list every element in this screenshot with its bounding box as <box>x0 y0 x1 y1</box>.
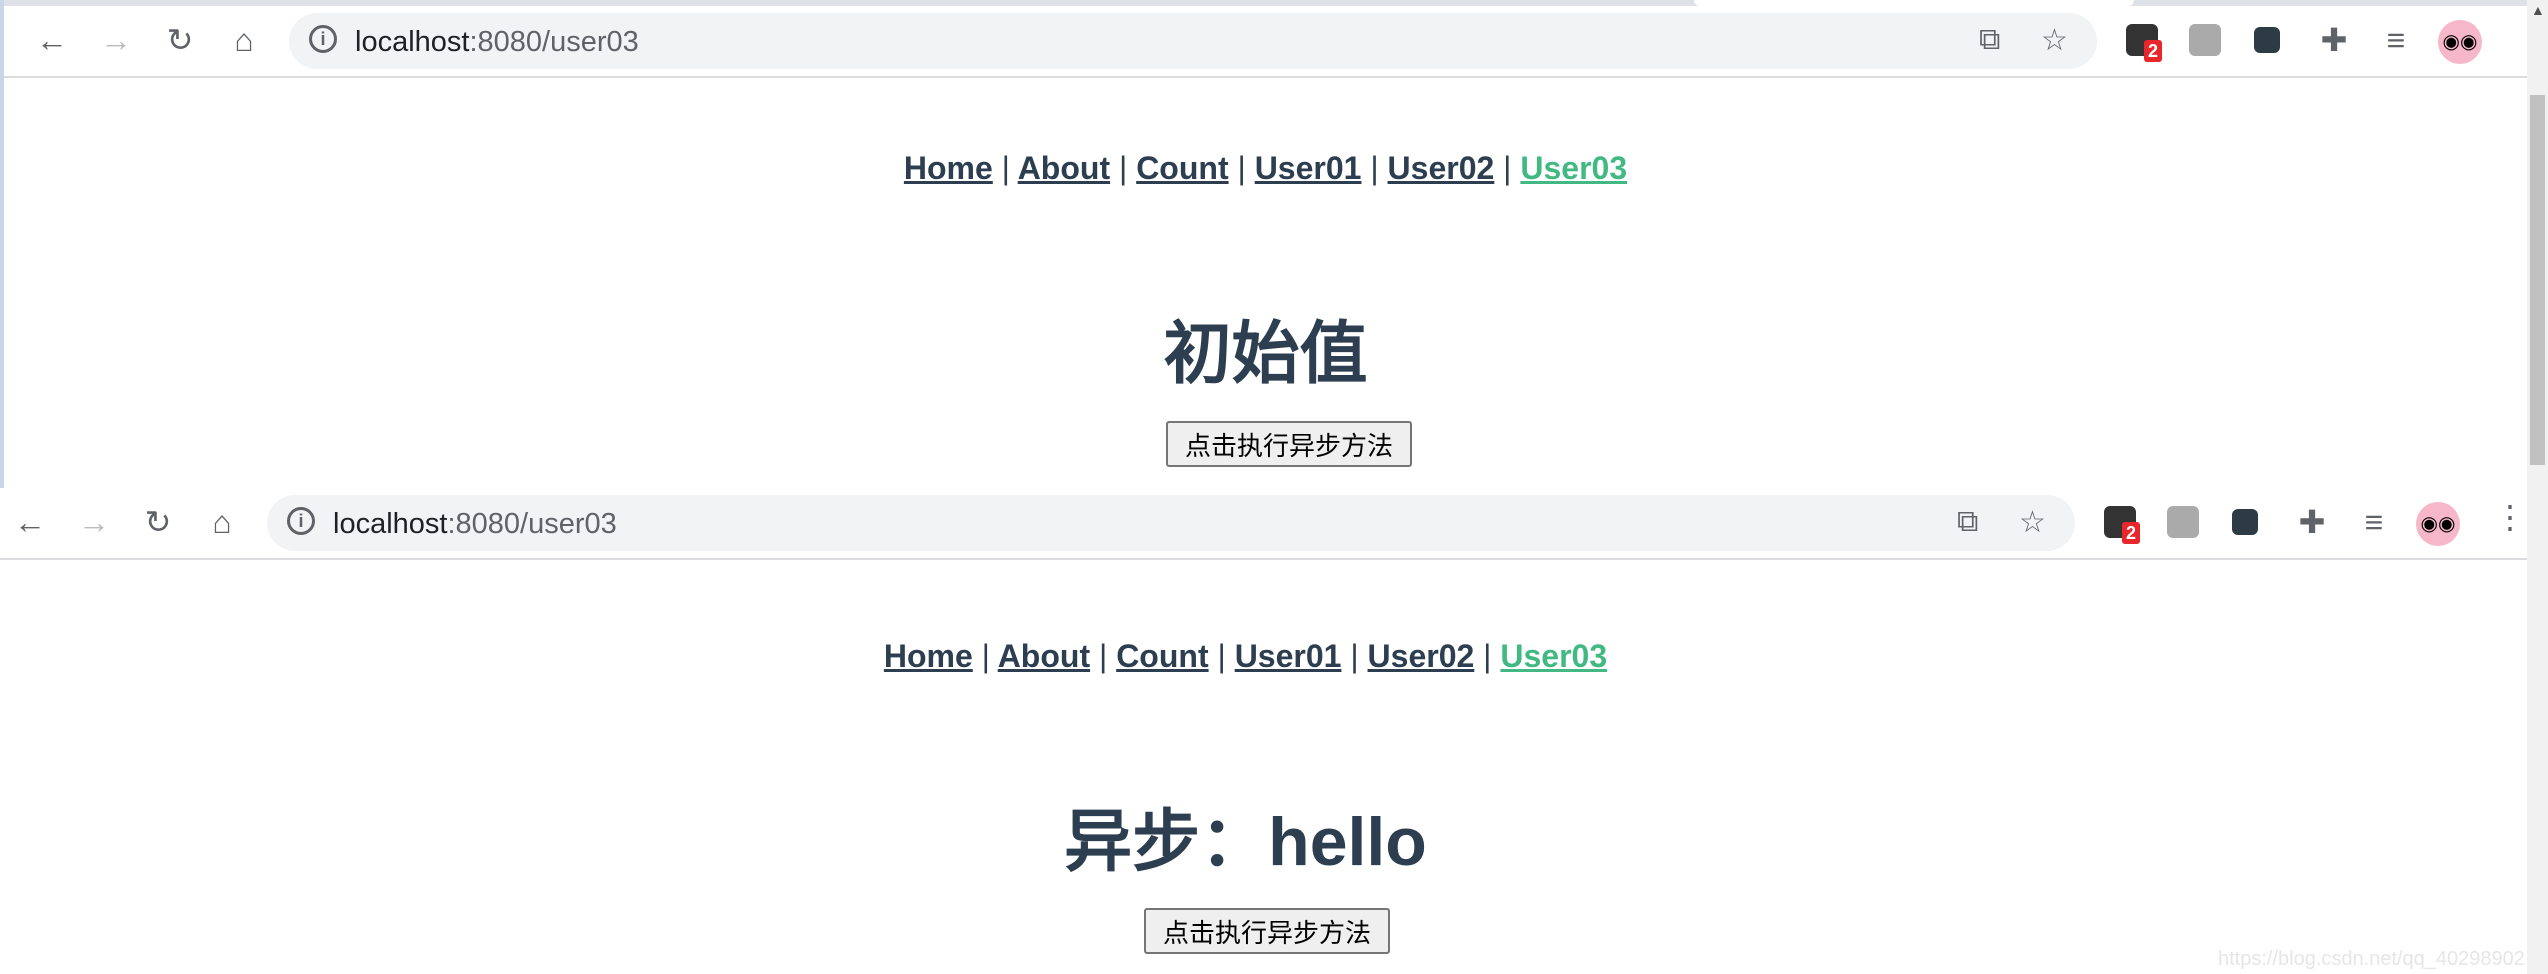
page-heading: 初始值 <box>1163 316 1368 392</box>
extension-icon[interactable]: 2 <box>2104 506 2141 544</box>
async-action-button[interactable]: 点击执行异步方法 <box>1166 421 1412 467</box>
nav-separator: | <box>1001 150 1010 186</box>
back-icon[interactable]: ← <box>32 20 72 60</box>
url-path: :8080/user03 <box>447 508 617 540</box>
browser-window-before: ← → ↻ ⌂ i localhost:8080/user03 ⧉ ☆ 2 ✚ … <box>0 0 2527 488</box>
site-info-icon[interactable]: i <box>309 25 337 53</box>
url-host: localhost <box>333 508 448 540</box>
nav-separator: | <box>1483 638 1492 674</box>
nav-count[interactable]: Count <box>1116 638 1208 674</box>
extension-badge: 2 <box>2122 522 2141 544</box>
nav-separator: | <box>1237 150 1246 186</box>
bookmark-star-icon[interactable]: ☆ <box>2041 23 2068 58</box>
browser-toolbar: ← → ↻ ⌂ i localhost:8080/user03 ⧉ ☆ 2 ✚ … <box>0 488 2527 560</box>
nav-separator: | <box>1217 638 1226 674</box>
nav-home[interactable]: Home <box>904 150 993 186</box>
async-action-button[interactable]: 点击执行异步方法 <box>1144 908 1390 954</box>
extension-icon[interactable]: 2 <box>2126 24 2163 62</box>
nav-links: Home | About | Count | User01 | User02 |… <box>0 638 2527 675</box>
nav-separator: | <box>1118 150 1128 186</box>
scrollbar-thumb[interactable] <box>2530 95 2545 465</box>
browser-menu-icon[interactable]: ⋮ <box>2494 498 2526 536</box>
translate-icon[interactable]: ⧉ <box>1957 505 1978 539</box>
nav-separator: | <box>1098 638 1108 674</box>
nav-user02[interactable]: User02 <box>1388 150 1495 186</box>
nav-user03[interactable]: User03 <box>1500 638 1607 674</box>
extension-lightning-icon[interactable] <box>2167 506 2199 538</box>
profile-avatar[interactable]: ◉◉ <box>2438 20 2482 64</box>
extension-lightning-icon[interactable] <box>2189 24 2221 56</box>
nav-user02[interactable]: User02 <box>1368 638 1475 674</box>
nav-about[interactable]: About <box>1018 150 1110 186</box>
url-path: :8080/user03 <box>469 26 639 58</box>
extensions-puzzle-icon[interactable]: ✚ <box>2292 502 2332 542</box>
browser-toolbar: ← → ↻ ⌂ i localhost:8080/user03 ⧉ ☆ 2 ✚ … <box>4 6 2527 78</box>
address-bar[interactable]: i localhost:8080/user03 ⧉ ☆ <box>267 495 2075 551</box>
watermark: https://blog.csdn.net/qq_40298902 <box>2218 948 2525 970</box>
extension-x-icon[interactable] <box>2232 509 2258 535</box>
forward-icon[interactable]: → <box>74 502 114 542</box>
nav-user03[interactable]: User03 <box>1520 150 1627 186</box>
extensions-puzzle-icon[interactable]: ✚ <box>2314 20 2354 60</box>
translate-icon[interactable]: ⧉ <box>1979 23 2000 57</box>
nav-home[interactable]: Home <box>884 638 973 674</box>
scroll-up-arrow-icon[interactable]: ▲ <box>2531 2 2545 18</box>
profile-avatar[interactable]: ◉◉ <box>2416 502 2460 546</box>
url-host: localhost <box>355 26 470 58</box>
reload-icon[interactable]: ↻ <box>160 20 200 60</box>
bookmark-star-icon[interactable]: ☆ <box>2019 505 2046 540</box>
site-info-icon[interactable]: i <box>287 507 315 535</box>
page-heading: 异步：hello <box>1064 804 1427 880</box>
forward-icon[interactable]: → <box>96 20 136 60</box>
reading-list-icon[interactable]: ≡ <box>2376 20 2416 60</box>
nav-about[interactable]: About <box>998 638 1090 674</box>
extension-badge: 2 <box>2144 40 2163 62</box>
page-scrollbar[interactable]: ▲ <box>2527 0 2548 974</box>
nav-separator: | <box>1350 638 1359 674</box>
nav-user01[interactable]: User01 <box>1255 150 1362 186</box>
nav-separator: | <box>981 638 990 674</box>
nav-user01[interactable]: User01 <box>1235 638 1342 674</box>
nav-count[interactable]: Count <box>1136 150 1228 186</box>
address-bar[interactable]: i localhost:8080/user03 ⧉ ☆ <box>289 13 2097 69</box>
extension-x-icon[interactable] <box>2254 27 2280 53</box>
nav-links: Home | About | Count | User01 | User02 |… <box>4 150 2527 187</box>
home-icon[interactable]: ⌂ <box>202 502 242 542</box>
home-icon[interactable]: ⌂ <box>224 20 264 60</box>
back-icon[interactable]: ← <box>10 502 50 542</box>
reading-list-icon[interactable]: ≡ <box>2354 502 2394 542</box>
reload-icon[interactable]: ↻ <box>138 502 178 542</box>
browser-window-after: ← → ↻ ⌂ i localhost:8080/user03 ⧉ ☆ 2 ✚ … <box>0 488 2527 974</box>
nav-separator: | <box>1503 150 1512 186</box>
nav-separator: | <box>1370 150 1379 186</box>
